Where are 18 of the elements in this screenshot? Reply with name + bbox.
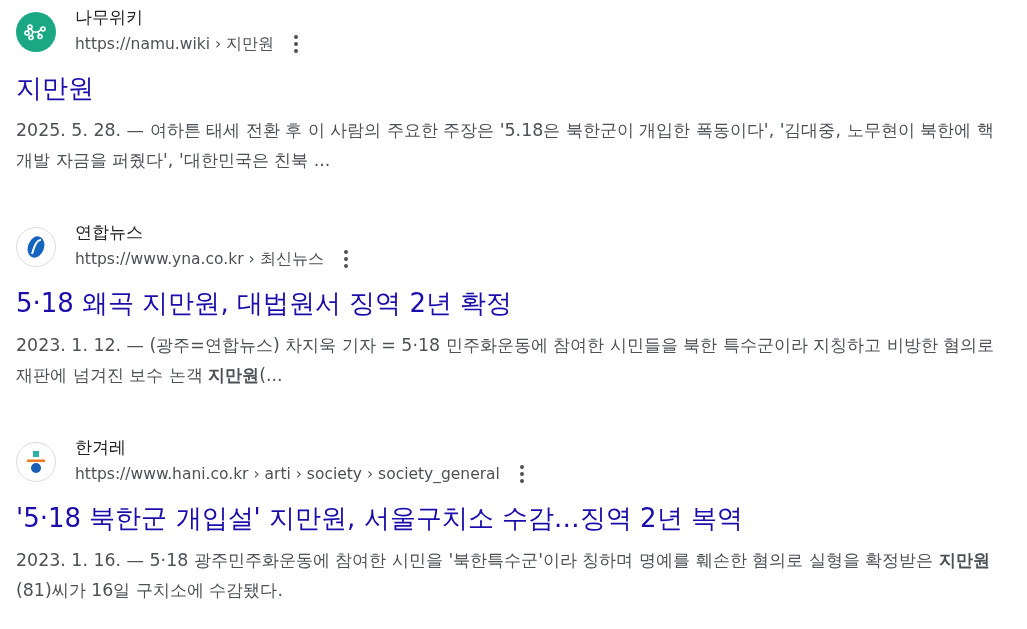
- result-title[interactable]: 5·18 왜곡 지만원, 대법원서 징역 2년 확정: [16, 287, 1006, 319]
- site-url[interactable]: https://www.hani.co.kr › arti › society › society_general: [75, 464, 500, 484]
- site-url[interactable]: https://www.yna.co.kr › 최신뉴스: [75, 249, 324, 269]
- tree-logo-icon: [16, 12, 56, 52]
- globe-logo-icon: [16, 227, 56, 267]
- site-url[interactable]: https://namu.wiki › 지만원: [75, 34, 275, 54]
- result-title[interactable]: '5·18 북한군 개입설' 지만원, 서울구치소 수감…징역 2년 복역: [16, 502, 1006, 534]
- site-name: 한겨레: [75, 436, 127, 458]
- site-name: 나무위키: [75, 6, 144, 28]
- more-options-icon[interactable]: [343, 250, 348, 268]
- result-title[interactable]: 지만원: [16, 72, 1006, 104]
- site-name: 연합뉴스: [75, 221, 144, 243]
- result-snippet: 2025. 5. 28. — 여하튼 태세 전환 후 이 사람의 주요한 주장은 '5.18은 북한군이 개입한 폭동이다', '김대중, 노무현이 북한에 핵개발 자금을 퍼줬다', '대한민국은 친북 ...: [16, 119, 995, 172]
- more-options-icon[interactable]: [519, 465, 524, 483]
- result-snippet: 2023. 1. 12. — (광주=연합뉴스) 차지욱 기자 = 5·18 민주화운동에 참여한 시민들을 북한 특수군이라 지칭하고 비방한 혐의로 재판에 넘겨진 보수 논객 지만원(...: [16, 334, 996, 387]
- more-options-icon[interactable]: [294, 35, 299, 53]
- result-snippet: 2023. 1. 16. — 5·18 광주민주화운동에 참여한 시민을 '북한특수군'이라 칭하며 명예를 훼손한 혐의로 실형을 확정받은 지만원(81)씨가 16일 구치소에 수감됐다.: [16, 549, 991, 602]
- hani-logo-icon: [16, 442, 56, 482]
